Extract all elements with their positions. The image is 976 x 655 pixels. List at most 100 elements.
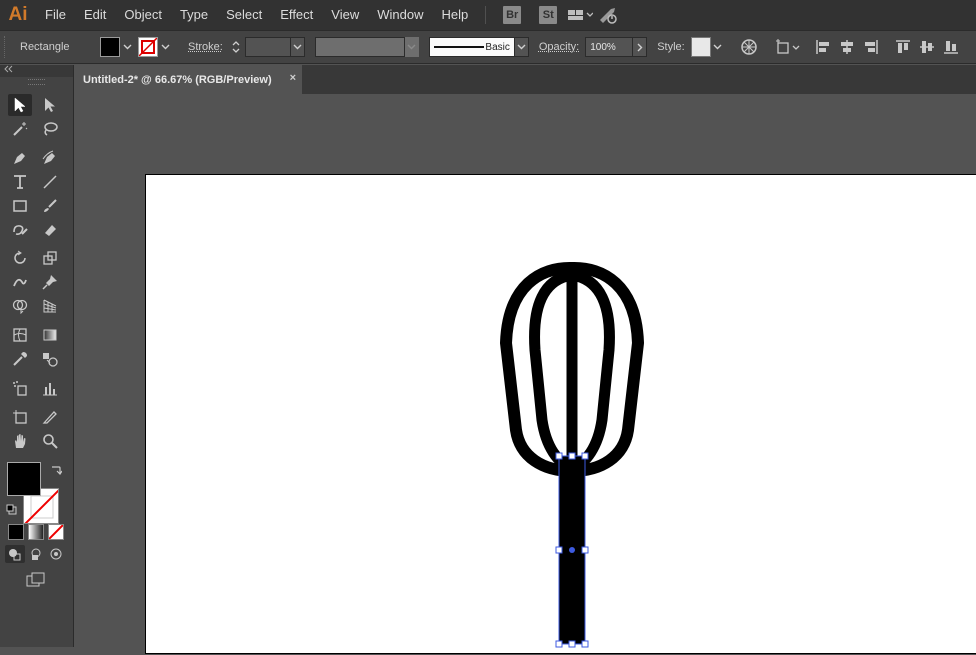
swap-fill-stroke-button[interactable] [50,463,62,481]
menu-object[interactable]: Object [115,0,171,30]
variable-width-dropdown[interactable] [405,37,419,57]
brush-dropdown[interactable] [515,37,529,57]
artboard-tool[interactable] [8,406,32,428]
symbol-sprayer-tool[interactable] [8,377,32,399]
resize-handle[interactable] [556,641,562,647]
fill-swatch[interactable] [100,37,120,57]
close-tab-button[interactable]: × [290,72,296,84]
menu-type[interactable]: Type [171,0,217,30]
chevron-down-icon [293,44,302,50]
paintbrush-tool[interactable] [38,195,62,217]
stroke-dropdown[interactable] [158,37,172,57]
stroke-weight-stepper[interactable] [229,37,243,57]
resize-handle[interactable] [569,453,575,459]
opacity-label[interactable]: Opacity: [533,41,585,53]
whisk-illustration[interactable] [506,268,638,471]
menu-file[interactable]: File [36,0,75,30]
stroke-label[interactable]: Stroke: [182,41,229,53]
pen-tool[interactable] [8,147,32,169]
brush-definition[interactable]: Basic [429,37,515,57]
tools-panel-header[interactable] [0,65,73,77]
none-mode-button[interactable] [48,524,64,540]
graphic-style-swatch[interactable] [691,37,711,57]
puppet-warp-tool[interactable] [38,271,62,293]
align-vertical-center-button[interactable] [917,37,937,57]
gpu-performance-button[interactable] [594,0,622,30]
perspective-grid-tool[interactable] [38,295,62,317]
transform-button[interactable] [775,37,801,57]
stroke-weight-field[interactable] [245,37,291,57]
document-tab[interactable]: Untitled-2* @ 66.67% (RGB/Preview) × [74,65,302,94]
align-left-button[interactable] [813,37,833,57]
align-right-button[interactable] [861,37,881,57]
eraser-tool[interactable] [38,219,62,241]
draw-behind-button[interactable] [26,545,46,563]
resize-handle[interactable] [556,453,562,459]
magic-wand-tool[interactable] [8,118,32,140]
whisk-inner-left-wire[interactable] [535,275,572,469]
draw-inside-button[interactable] [46,545,66,563]
rotate-tool[interactable] [8,247,32,269]
chevron-down-icon [713,44,722,50]
default-fill-stroke-button[interactable] [6,502,17,520]
direct-selection-tool[interactable] [38,94,62,116]
fill-dropdown[interactable] [120,37,134,57]
whisk-inner-right-wire[interactable] [572,275,609,469]
blend-tool[interactable] [38,348,62,370]
resize-handle[interactable] [582,453,588,459]
scale-tool[interactable] [38,247,62,269]
artboard[interactable] [145,174,976,654]
rectangle-tool[interactable] [8,195,32,217]
menu-help[interactable]: Help [432,0,477,30]
line-segment-tool[interactable] [38,171,62,193]
fill-color-box[interactable] [7,462,41,496]
opacity-field[interactable]: 100% [585,37,633,57]
canvas-area[interactable] [74,94,976,647]
hand-tool[interactable] [8,430,32,452]
stroke-weight-dropdown[interactable] [291,37,305,57]
graphic-style-dropdown[interactable] [711,37,725,57]
pen-nib-icon [12,150,28,166]
gradient-tool[interactable] [38,324,62,346]
menu-view[interactable]: View [322,0,368,30]
resize-handle[interactable] [556,547,562,553]
color-mode-button[interactable] [8,524,24,540]
eyedropper-tool[interactable] [8,348,32,370]
control-bar-grip[interactable] [4,36,8,58]
stock-button[interactable]: St [539,6,557,24]
type-tool[interactable] [8,171,32,193]
slice-tool[interactable] [38,406,62,428]
mesh-tool[interactable] [8,324,32,346]
curvature-tool[interactable] [38,147,62,169]
draw-normal-button[interactable] [5,545,25,563]
resize-handle[interactable] [569,641,575,647]
bridge-button[interactable]: Br [503,6,521,24]
shaper-tool[interactable] [8,219,32,241]
zoom-tool[interactable] [38,430,62,452]
selection-type-label: Rectangle [14,41,92,53]
menu-select[interactable]: Select [217,0,271,30]
shape-builder-tool[interactable] [8,295,32,317]
menu-edit[interactable]: Edit [75,0,115,30]
gradient-mode-button[interactable] [28,524,44,540]
workspace-layout-button[interactable] [566,0,594,30]
align-horizontal-center-button[interactable] [837,37,857,57]
variable-width-profile[interactable] [315,37,405,57]
recolor-artwork-button[interactable] [739,37,759,57]
tools-panel-grip[interactable] [28,79,45,85]
change-screen-mode-button[interactable] [23,570,49,590]
width-tool[interactable] [8,271,32,293]
lasso-tool[interactable] [38,118,62,140]
menu-window[interactable]: Window [368,0,432,30]
stroke-line-preview [434,45,484,49]
stroke-swatch[interactable] [138,37,158,57]
document-tab-bar: Untitled-2* @ 66.67% (RGB/Preview) × [74,65,976,94]
align-top-button[interactable] [893,37,913,57]
menu-effect[interactable]: Effect [271,0,322,30]
column-graph-tool[interactable] [38,377,62,399]
align-bottom-button[interactable] [941,37,961,57]
resize-handle[interactable] [582,547,588,553]
selection-tool[interactable] [8,94,32,116]
resize-handle[interactable] [582,641,588,647]
opacity-flyout[interactable] [633,37,647,57]
